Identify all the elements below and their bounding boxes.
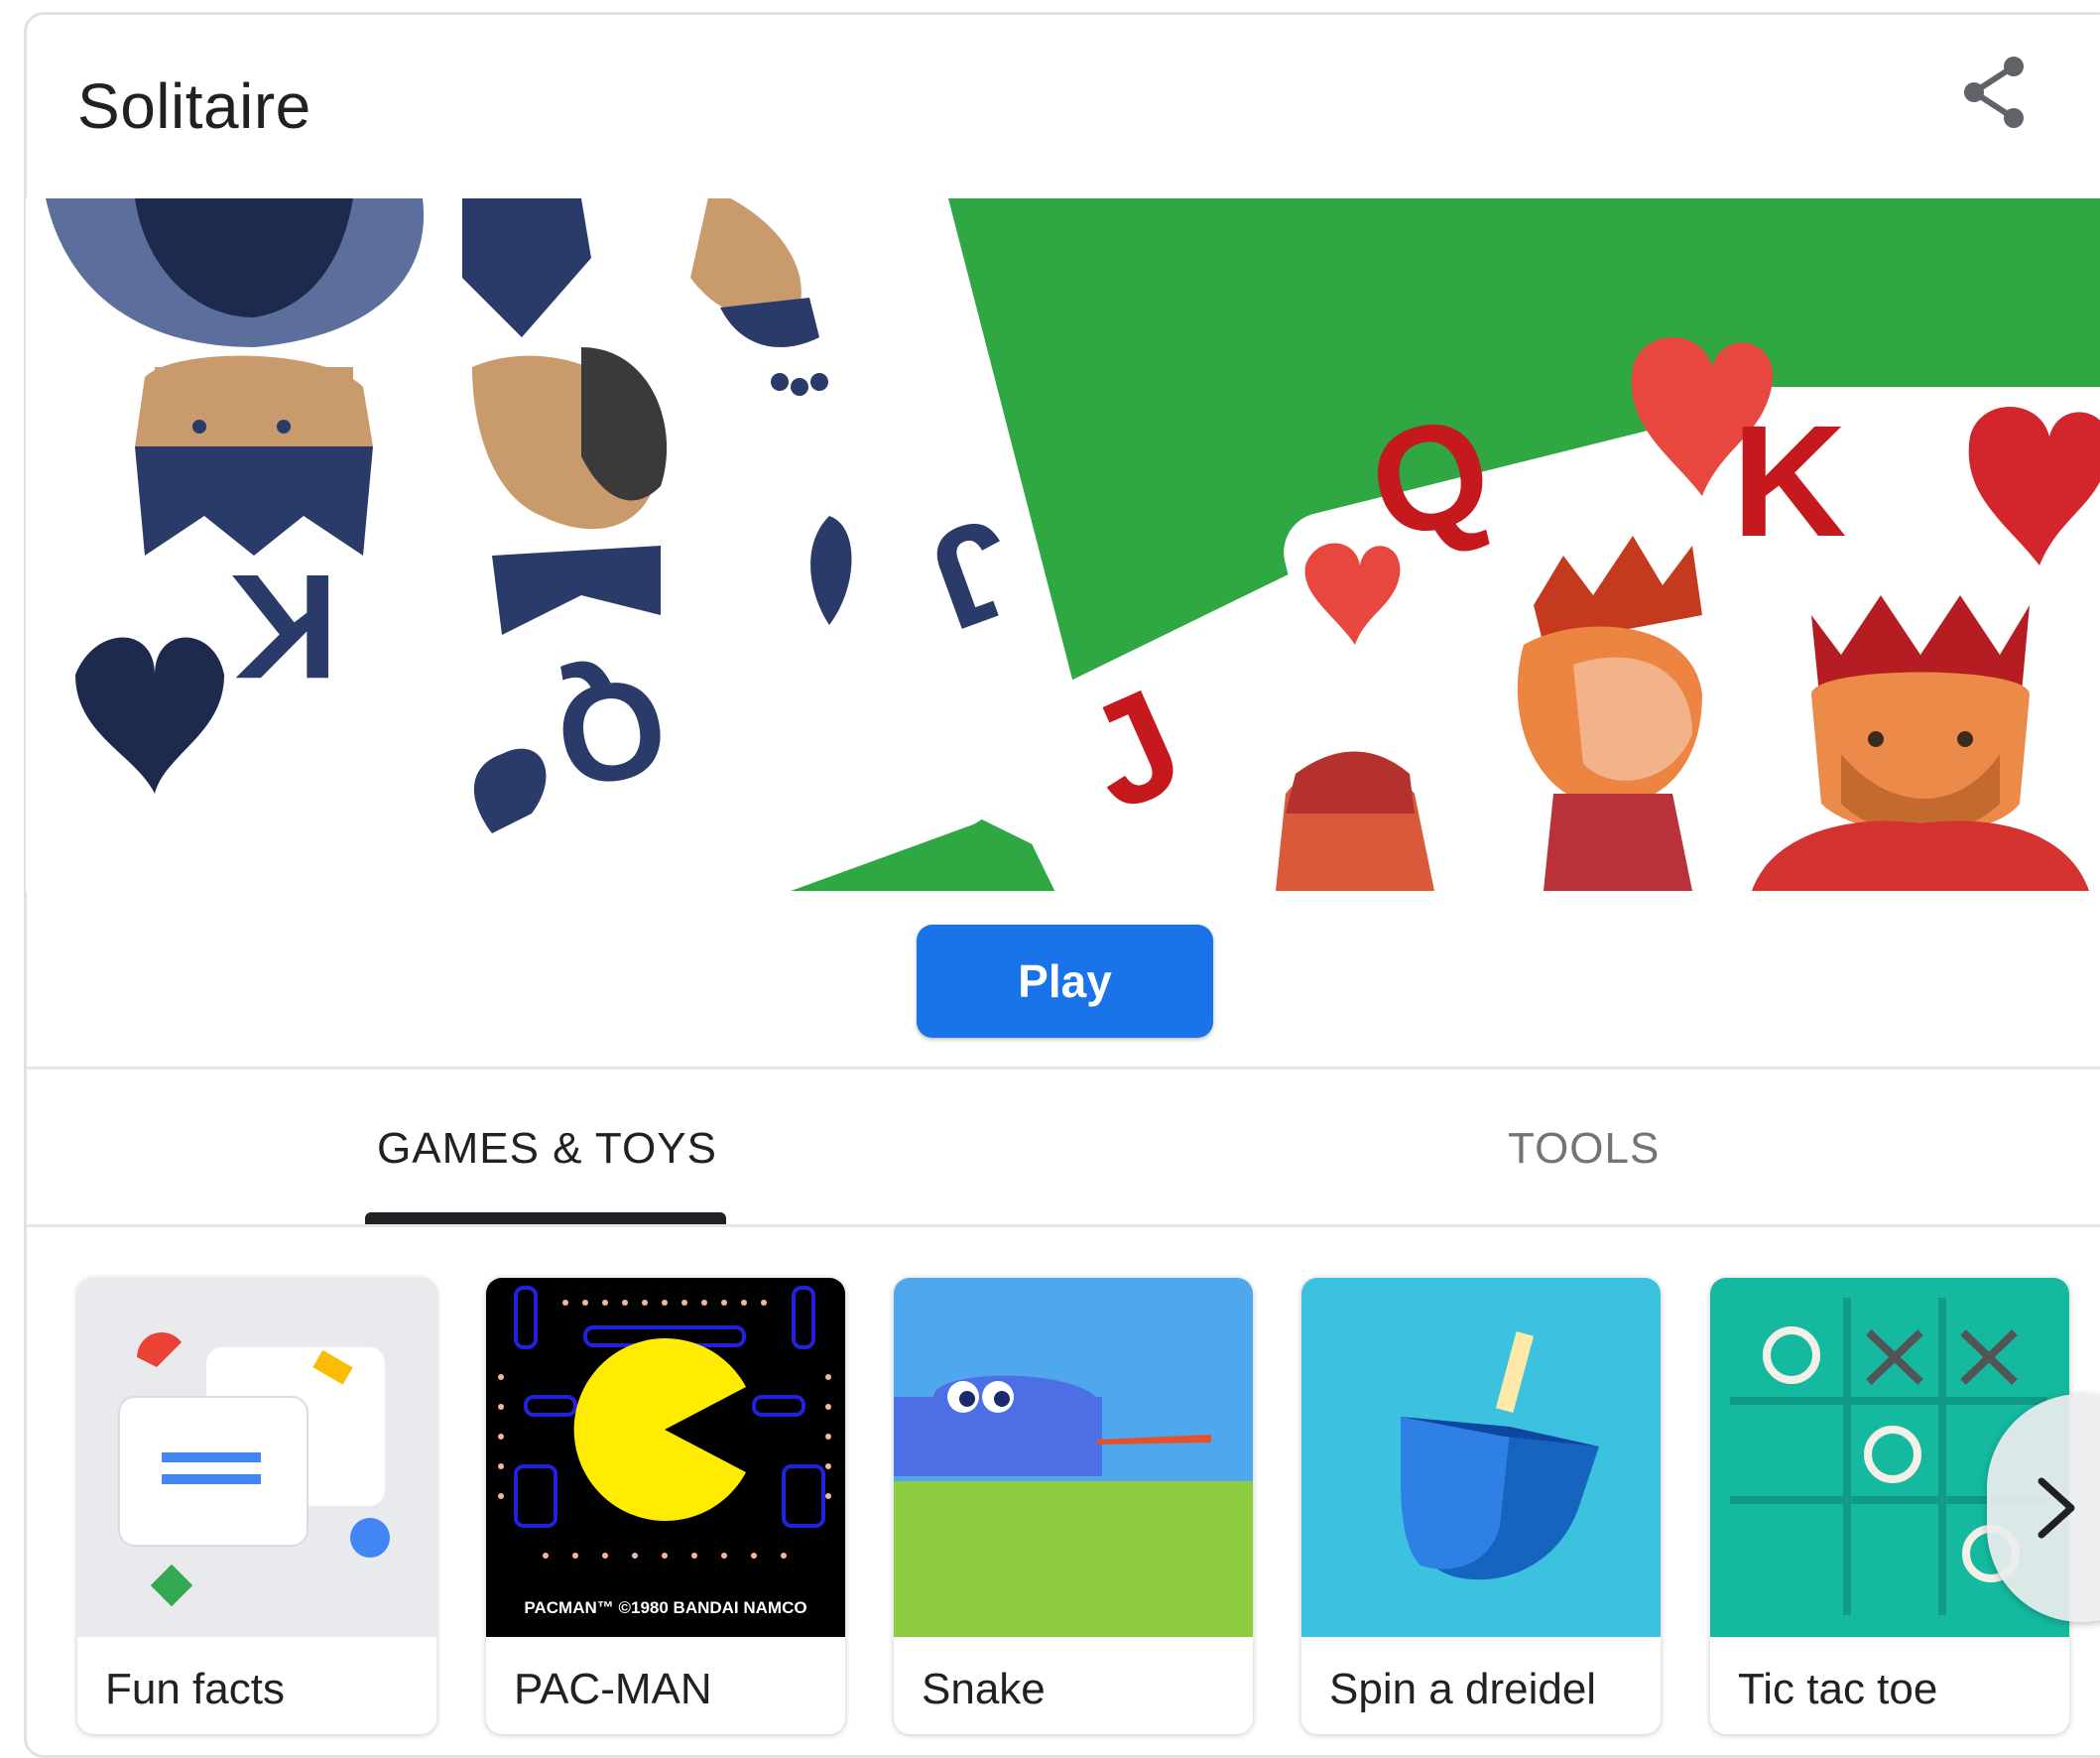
tile-label: Snake: [922, 1665, 1046, 1713]
tile-label: Spin a dreidel: [1329, 1665, 1597, 1713]
tile-label: PAC-MAN: [514, 1665, 712, 1713]
tile-fun-facts[interactable]: Fun facts: [77, 1278, 436, 1734]
svg-text:K: K: [1732, 392, 1847, 569]
snake-icon: [894, 1278, 1253, 1637]
chevron-right-icon: [2038, 1477, 2075, 1539]
page-title: Solitaire: [77, 70, 311, 142]
black-cards-illustration: J Q K: [26, 198, 1036, 891]
pacman-copyright: PACMAN™ ©1980 BANDAI NAMCO: [524, 1598, 806, 1617]
tile-label: Tic tac toe: [1738, 1665, 1938, 1713]
tile-spin-a-dreidel[interactable]: Spin a dreidel: [1301, 1278, 1661, 1734]
games-carousel: Fun facts PACMAN™ ©1980 BANDAI NAMCO PAC…: [0, 1278, 2100, 1745]
play-area: Play: [0, 891, 2100, 1069]
divider: [26, 1224, 2100, 1227]
pacman-icon: PACMAN™ ©1980 BANDAI NAMCO: [486, 1278, 845, 1637]
tile-pacman[interactable]: PACMAN™ ©1980 BANDAI NAMCO PAC-MAN: [486, 1278, 845, 1734]
tile-label: Fun facts: [105, 1665, 285, 1713]
svg-text:K: K: [231, 544, 338, 710]
selected-tab-indicator: [365, 1212, 726, 1224]
share-icon[interactable]: [1959, 55, 2029, 134]
tab-games-and-toys[interactable]: GAMES & TOYS: [377, 1124, 717, 1174]
play-button[interactable]: Play: [917, 925, 1213, 1038]
dreidel-icon: [1301, 1278, 1661, 1637]
tab-tools[interactable]: TOOLS: [1508, 1124, 1660, 1174]
solitaire-hero-image[interactable]: J Q K J Q K: [26, 198, 2100, 891]
category-tabs: GAMES & TOYS TOOLS: [26, 1069, 2100, 1225]
fun-facts-icon: [77, 1278, 436, 1637]
tile-snake[interactable]: Snake: [894, 1278, 1253, 1734]
